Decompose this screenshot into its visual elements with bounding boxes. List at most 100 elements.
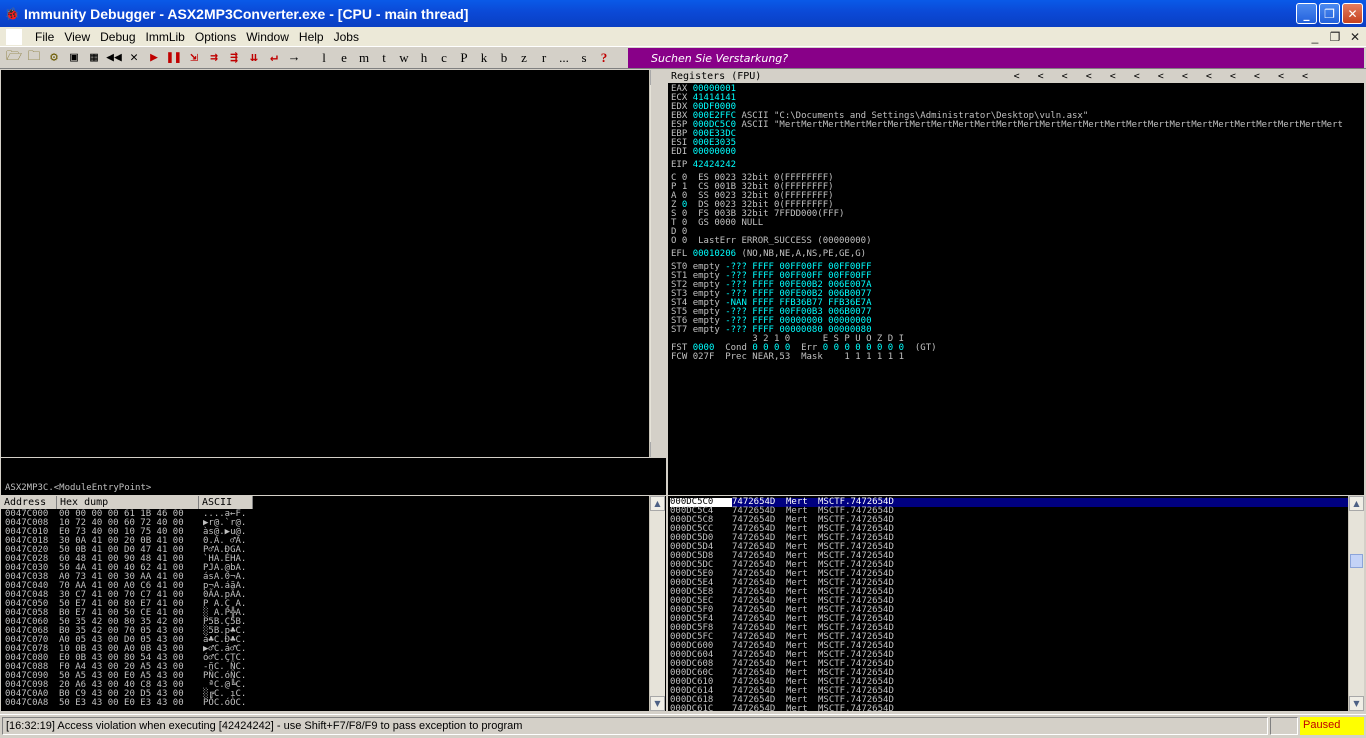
window-title: Immunity Debugger - ASX2MP3Converter.exe… (24, 5, 469, 22)
registers-arrow-icon[interactable]: < (1278, 70, 1284, 83)
toolbar-help-button[interactable]: ? (594, 48, 614, 68)
app-icon[interactable]: 🐞 (4, 6, 20, 22)
toolbar-P-button[interactable]: P (454, 48, 474, 68)
mdi-system-icon[interactable] (6, 28, 22, 45)
info-pane[interactable]: ASX2MP3C.<ModuleEntryPoint> (1, 458, 666, 495)
scroll-down-icon[interactable]: ▼ (650, 696, 665, 711)
registers-body: EAX 00000001 ECX 41414141 EDX 00DF0000 EBX … (671, 85, 1343, 362)
rewind-icon[interactable]: ◀◀ (104, 48, 124, 68)
disassembly-pane[interactable]: ▲ ▼ (1, 70, 651, 457)
registers-arrow-icon[interactable]: < (1254, 70, 1260, 83)
toolbar-z-button[interactable]: z (514, 48, 534, 68)
register-name: EFL (671, 249, 688, 259)
registers-pane[interactable]: Registers (FPU) < < < < < < < < < < < < < EAX 000000… (668, 70, 1364, 495)
menu-immlib[interactable]: ImmLib (141, 30, 190, 44)
toolbar: 🗁 🗀 ⚙ ▣ ▦ ◀◀ ✕ ▶ ❚❚ ⇲ ⇉ ⇶ ⇊ ↵ → l e m t w h c Pk b z r... s? Such… (0, 46, 1366, 69)
close-button[interactable]: ✕ (1342, 3, 1363, 24)
register-line: FCW 027F Prec NEAR,53 Mask 1 1 1 1 1 1 (671, 353, 1343, 362)
stack-row[interactable]: 000DC61C 7472654D Mert MSCTF.7472654D (670, 704, 1348, 712)
pause-icon[interactable]: ❚❚ (164, 48, 184, 68)
flag-comment: LastErr ERROR_SUCCESS (00000000) (687, 236, 872, 246)
reopen-icon[interactable]: 🗀 (24, 48, 44, 68)
scroll-thumb[interactable] (1350, 554, 1363, 568)
title-bar[interactable]: 🐞 Immunity Debugger - ASX2MP3Converter.e… (0, 0, 1366, 27)
toolbar-k-button[interactable]: k (474, 48, 494, 68)
mdi-restore-button[interactable]: ❐ (1328, 30, 1342, 44)
menu-file[interactable]: File (30, 30, 59, 44)
dump-header-ascii[interactable]: ASCII (199, 496, 253, 509)
registers-arrow-icon[interactable]: < (1038, 70, 1044, 83)
go-to-icon[interactable]: → (284, 48, 304, 68)
registers-header[interactable]: Registers (FPU) < < < < < < < < < < < < < (668, 70, 1364, 83)
toolbar-e-button[interactable]: e (334, 48, 354, 68)
memory-dump-pane[interactable]: Address Hex dump ASCII 0047C000 00 00 00 … (1, 496, 666, 711)
cpu-icon[interactable]: ▦ (84, 48, 104, 68)
registers-arrow-icon[interactable]: < (1062, 70, 1068, 83)
register-line: ESP 000DC5C0 ASCII "MertMertMertMertMert… (671, 121, 1343, 130)
restore-button[interactable]: ❐ (1319, 3, 1340, 24)
close-program-icon[interactable]: ✕ (124, 48, 144, 68)
scroll-up-icon[interactable]: ▲ (1349, 496, 1364, 511)
menu-jobs[interactable]: Jobs (329, 30, 364, 44)
menu-debug[interactable]: Debug (95, 30, 140, 44)
toolbar-w-button[interactable]: w (394, 48, 414, 68)
window-icon[interactable]: ▣ (64, 48, 84, 68)
open-icon[interactable]: 🗁 (4, 48, 24, 68)
dump-scrollbar[interactable]: ▲ ▼ (649, 496, 665, 711)
registers-arrow-icon[interactable]: < (1206, 70, 1212, 83)
registers-arrow-icon[interactable]: < (1302, 70, 1308, 83)
disasm-scrollbar[interactable]: ▲ ▼ (649, 70, 651, 457)
status-bar: [16:32:19] Access violation when executi… (0, 714, 1366, 736)
registers-arrow-icon[interactable]: < (1134, 70, 1140, 83)
menu-options[interactable]: Options (190, 30, 241, 44)
attach-icon[interactable]: ⚙ (44, 48, 64, 68)
menu-view[interactable]: View (59, 30, 95, 44)
minimize-button[interactable]: _ (1296, 3, 1317, 24)
step-into-icon[interactable]: ⇲ (184, 48, 204, 68)
efl-value[interactable]: 00010206 (693, 249, 736, 259)
stack-ascii: Mert (786, 704, 808, 712)
registers-arrow-icon[interactable]: < (1014, 70, 1020, 83)
mdi-close-button[interactable]: ✕ (1348, 30, 1362, 44)
scroll-down-icon[interactable]: ▼ (1349, 696, 1364, 711)
toolbar-b-button[interactable]: b (494, 48, 514, 68)
menu-window[interactable]: Window (241, 30, 294, 44)
stack-pane[interactable]: 000DC5C0 7472654D Mert MSCTF.7472654D 000DC5… (668, 496, 1364, 711)
toolbar-l-button[interactable]: l (314, 48, 334, 68)
toolbar-h-button[interactable]: h (414, 48, 434, 68)
toolbar-m-button[interactable]: m (354, 48, 374, 68)
registers-arrow-icon[interactable]: < (1182, 70, 1188, 83)
scroll-up-icon[interactable]: ▲ (650, 496, 665, 511)
registers-arrow-icon[interactable]: < (1158, 70, 1164, 83)
trace-into-icon[interactable]: ⇶ (224, 48, 244, 68)
registers-arrow-icon[interactable]: < (1086, 70, 1092, 83)
dump-header-address[interactable]: Address (1, 496, 57, 509)
immunity-debugger-window: 🐞 Immunity Debugger - ASX2MP3Converter.e… (0, 0, 1366, 738)
registers-arrow-icon[interactable]: < (1110, 70, 1116, 83)
toolbar-r-button[interactable]: r (534, 48, 554, 68)
toolbar-s-button[interactable]: s (574, 48, 594, 68)
toolbar-more-button[interactable]: ... (554, 48, 574, 68)
register-value[interactable]: 00000000 (693, 147, 736, 157)
toolbar-t-button[interactable]: t (374, 48, 394, 68)
flag-comment: GS 0000 NULL (687, 218, 764, 228)
registers-arrow-icon[interactable]: < (1230, 70, 1236, 83)
status-section (1270, 717, 1298, 735)
trace-over-icon[interactable]: ⇊ (244, 48, 264, 68)
execute-till-return-icon[interactable]: ↵ (264, 48, 284, 68)
eip-value[interactable]: 42424242 (693, 160, 736, 170)
step-over-icon[interactable]: ⇉ (204, 48, 224, 68)
stack-scrollbar[interactable]: ▲ ▼ (1348, 496, 1364, 711)
scroll-up-icon[interactable]: ▲ (650, 70, 651, 85)
run-icon[interactable]: ▶ (144, 48, 164, 68)
register-line: EAX 00000001 (671, 85, 1343, 94)
fcw-value[interactable]: 027F (693, 352, 715, 362)
menu-help[interactable]: Help (294, 30, 329, 44)
dump-header-hex[interactable]: Hex dump (57, 496, 199, 509)
register-line: ESI 000E3035 (671, 139, 1343, 148)
scroll-down-icon[interactable]: ▼ (650, 442, 651, 457)
dump-row[interactable]: 0047C0A8 50 E3 43 00 E0 E3 43 00 PÒC.óÒC. (5, 699, 246, 708)
mdi-minimize-button[interactable]: _ (1308, 30, 1322, 44)
toolbar-c-button[interactable]: c (434, 48, 454, 68)
register-line: EFL 00010206 (NO,NB,NE,A,NS,PE,GE,G) (671, 250, 1343, 259)
